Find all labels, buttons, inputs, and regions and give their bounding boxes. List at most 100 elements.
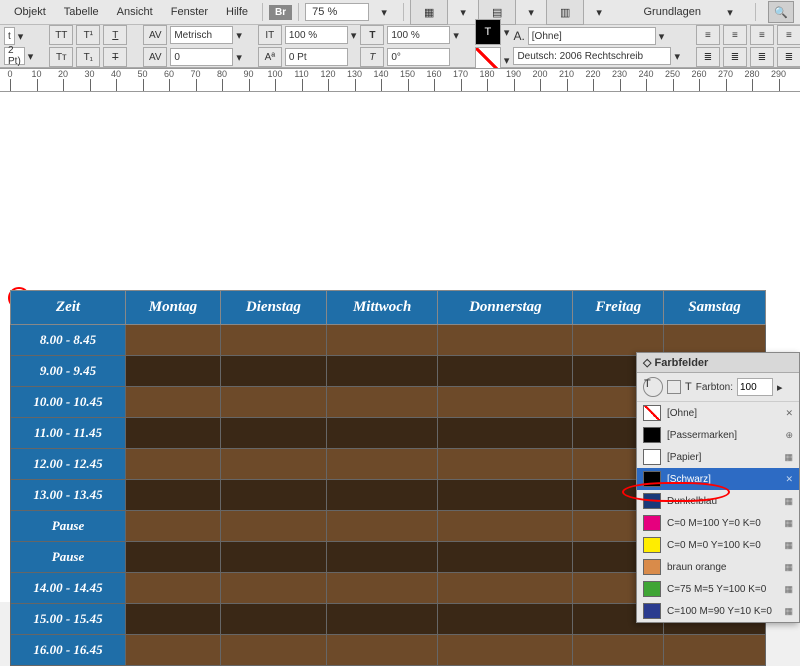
tracking-icon[interactable]: AV (143, 47, 167, 67)
table-cell[interactable] (326, 418, 438, 449)
table-cell[interactable] (220, 635, 326, 666)
table-cell[interactable] (664, 635, 766, 666)
table-header[interactable]: Montag (126, 291, 221, 325)
table-cell[interactable] (126, 604, 221, 635)
menu-hilfe[interactable]: Hilfe (218, 3, 256, 21)
text-proxy-icon[interactable]: T (685, 381, 692, 393)
table-cell[interactable] (326, 604, 438, 635)
search-button[interactable]: 🔍 (768, 1, 794, 23)
table-header[interactable]: Dienstag (220, 291, 326, 325)
skew-field[interactable]: 0° (387, 48, 450, 66)
swatch-item[interactable]: C=100 M=90 Y=10 K=0▦ (637, 600, 799, 622)
table-cell[interactable] (220, 418, 326, 449)
table-cell[interactable] (126, 480, 221, 511)
table-cell[interactable] (220, 604, 326, 635)
table-cell[interactable] (220, 480, 326, 511)
workspace-dd-icon[interactable]: ▾ (717, 3, 743, 22)
leading-field[interactable]: 2 Pt) (4, 47, 25, 65)
time-cell[interactable]: 9.00 - 9.45 (11, 356, 126, 387)
dd-icon[interactable]: ▾ (28, 50, 34, 63)
table-cell[interactable] (438, 356, 573, 387)
table-cell[interactable] (220, 573, 326, 604)
swatch-item[interactable]: C=0 M=100 Y=0 K=0▦ (637, 512, 799, 534)
table-cell[interactable] (220, 449, 326, 480)
align-center-icon[interactable]: ≡ (723, 25, 747, 45)
time-cell[interactable]: Pause (11, 511, 126, 542)
kerning-icon[interactable]: AV (143, 25, 167, 45)
fill-proxy-icon[interactable]: T (643, 377, 663, 397)
time-cell[interactable]: 11.00 - 11.45 (11, 418, 126, 449)
bridge-button[interactable]: Br (269, 5, 292, 20)
table-header[interactable]: Mittwoch (326, 291, 438, 325)
table-cell[interactable] (438, 449, 573, 480)
swatch-item[interactable]: [Papier]▦ (637, 446, 799, 468)
menu-fenster[interactable]: Fenster (163, 3, 216, 21)
dd-icon[interactable]: ▾ (453, 29, 459, 42)
swatch-item[interactable]: C=0 M=0 Y=100 K=0▦ (637, 534, 799, 556)
table-cell[interactable] (126, 511, 221, 542)
table-cell[interactable] (326, 542, 438, 573)
justify-all-icon[interactable]: ≣ (777, 47, 800, 67)
table-cell[interactable] (326, 573, 438, 604)
table-header[interactable]: Freitag (573, 291, 664, 325)
menu-tabelle[interactable]: Tabelle (56, 3, 107, 21)
tone-slider-icon[interactable]: ▸ (777, 381, 783, 394)
kerning-field[interactable]: Metrisch (170, 26, 233, 44)
time-cell[interactable]: 12.00 - 12.45 (11, 449, 126, 480)
dd-icon[interactable]: ▾ (504, 26, 510, 39)
align-left-icon[interactable]: ≡ (696, 25, 720, 45)
hscale-icon[interactable]: T (360, 25, 384, 45)
dd-icon[interactable]: ▾ (586, 3, 612, 22)
table-cell[interactable] (573, 325, 664, 356)
swatch-item[interactable]: braun orange▦ (637, 556, 799, 578)
tone-input[interactable] (737, 378, 773, 396)
language-field[interactable]: Deutsch: 2006 Rechtschreib (513, 47, 671, 65)
time-cell[interactable]: 13.00 - 13.45 (11, 480, 126, 511)
table-cell[interactable] (326, 635, 438, 666)
time-cell[interactable]: 10.00 - 10.45 (11, 387, 126, 418)
vscale-icon[interactable]: IT (258, 25, 282, 45)
time-cell[interactable]: 15.00 - 15.45 (11, 604, 126, 635)
time-cell[interactable]: 8.00 - 8.45 (11, 325, 126, 356)
table-cell[interactable] (220, 542, 326, 573)
document-canvas[interactable]: ↘ ZeitMontagDienstagMittwochDonnerstagFr… (0, 92, 800, 602)
table-cell[interactable] (438, 604, 573, 635)
table-cell[interactable] (126, 325, 221, 356)
table-cell[interactable] (126, 542, 221, 573)
swatch-item[interactable]: [Schwarz]✕ (637, 468, 799, 490)
table-cell[interactable] (326, 325, 438, 356)
time-cell[interactable]: 14.00 - 14.45 (11, 573, 126, 604)
table-cell[interactable] (438, 573, 573, 604)
table-cell[interactable] (326, 387, 438, 418)
dd-icon[interactable]: ▾ (450, 3, 476, 22)
zoom-dropdown-icon[interactable]: ▾ (371, 3, 397, 22)
table-cell[interactable] (126, 635, 221, 666)
table-cell[interactable] (438, 542, 573, 573)
view-mode1-icon[interactable]: ▦ (410, 0, 448, 25)
table-cell[interactable] (126, 573, 221, 604)
table-cell[interactable] (438, 325, 573, 356)
skew-icon[interactable]: T (360, 47, 384, 67)
superscript-icon[interactable]: T¹ (76, 25, 100, 45)
fill-swatch[interactable]: T (475, 19, 501, 45)
dd-icon[interactable]: ▾ (659, 30, 665, 43)
dd-icon[interactable]: ▾ (674, 50, 680, 63)
dd-icon[interactable]: ▾ (518, 3, 544, 22)
size-field[interactable]: t (4, 27, 15, 45)
table-cell[interactable] (573, 635, 664, 666)
table-cell[interactable] (220, 356, 326, 387)
table-cell[interactable] (438, 511, 573, 542)
time-cell[interactable]: 16.00 - 16.45 (11, 635, 126, 666)
swatch-item[interactable]: C=75 M=5 Y=100 K=0▦ (637, 578, 799, 600)
table-cell[interactable] (438, 418, 573, 449)
dd-icon[interactable]: ▾ (18, 30, 24, 43)
justify-left-icon[interactable]: ≣ (696, 47, 720, 67)
menu-ansicht[interactable]: Ansicht (109, 3, 161, 21)
dd-icon[interactable]: ▾ (504, 54, 510, 67)
justify-right-icon[interactable]: ≣ (750, 47, 774, 67)
subscript-icon[interactable]: T₁ (76, 47, 100, 67)
table-cell[interactable] (326, 356, 438, 387)
table-header[interactable]: Donnerstag (438, 291, 573, 325)
table-cell[interactable] (220, 387, 326, 418)
workspace-label[interactable]: Grundlagen (636, 3, 710, 21)
